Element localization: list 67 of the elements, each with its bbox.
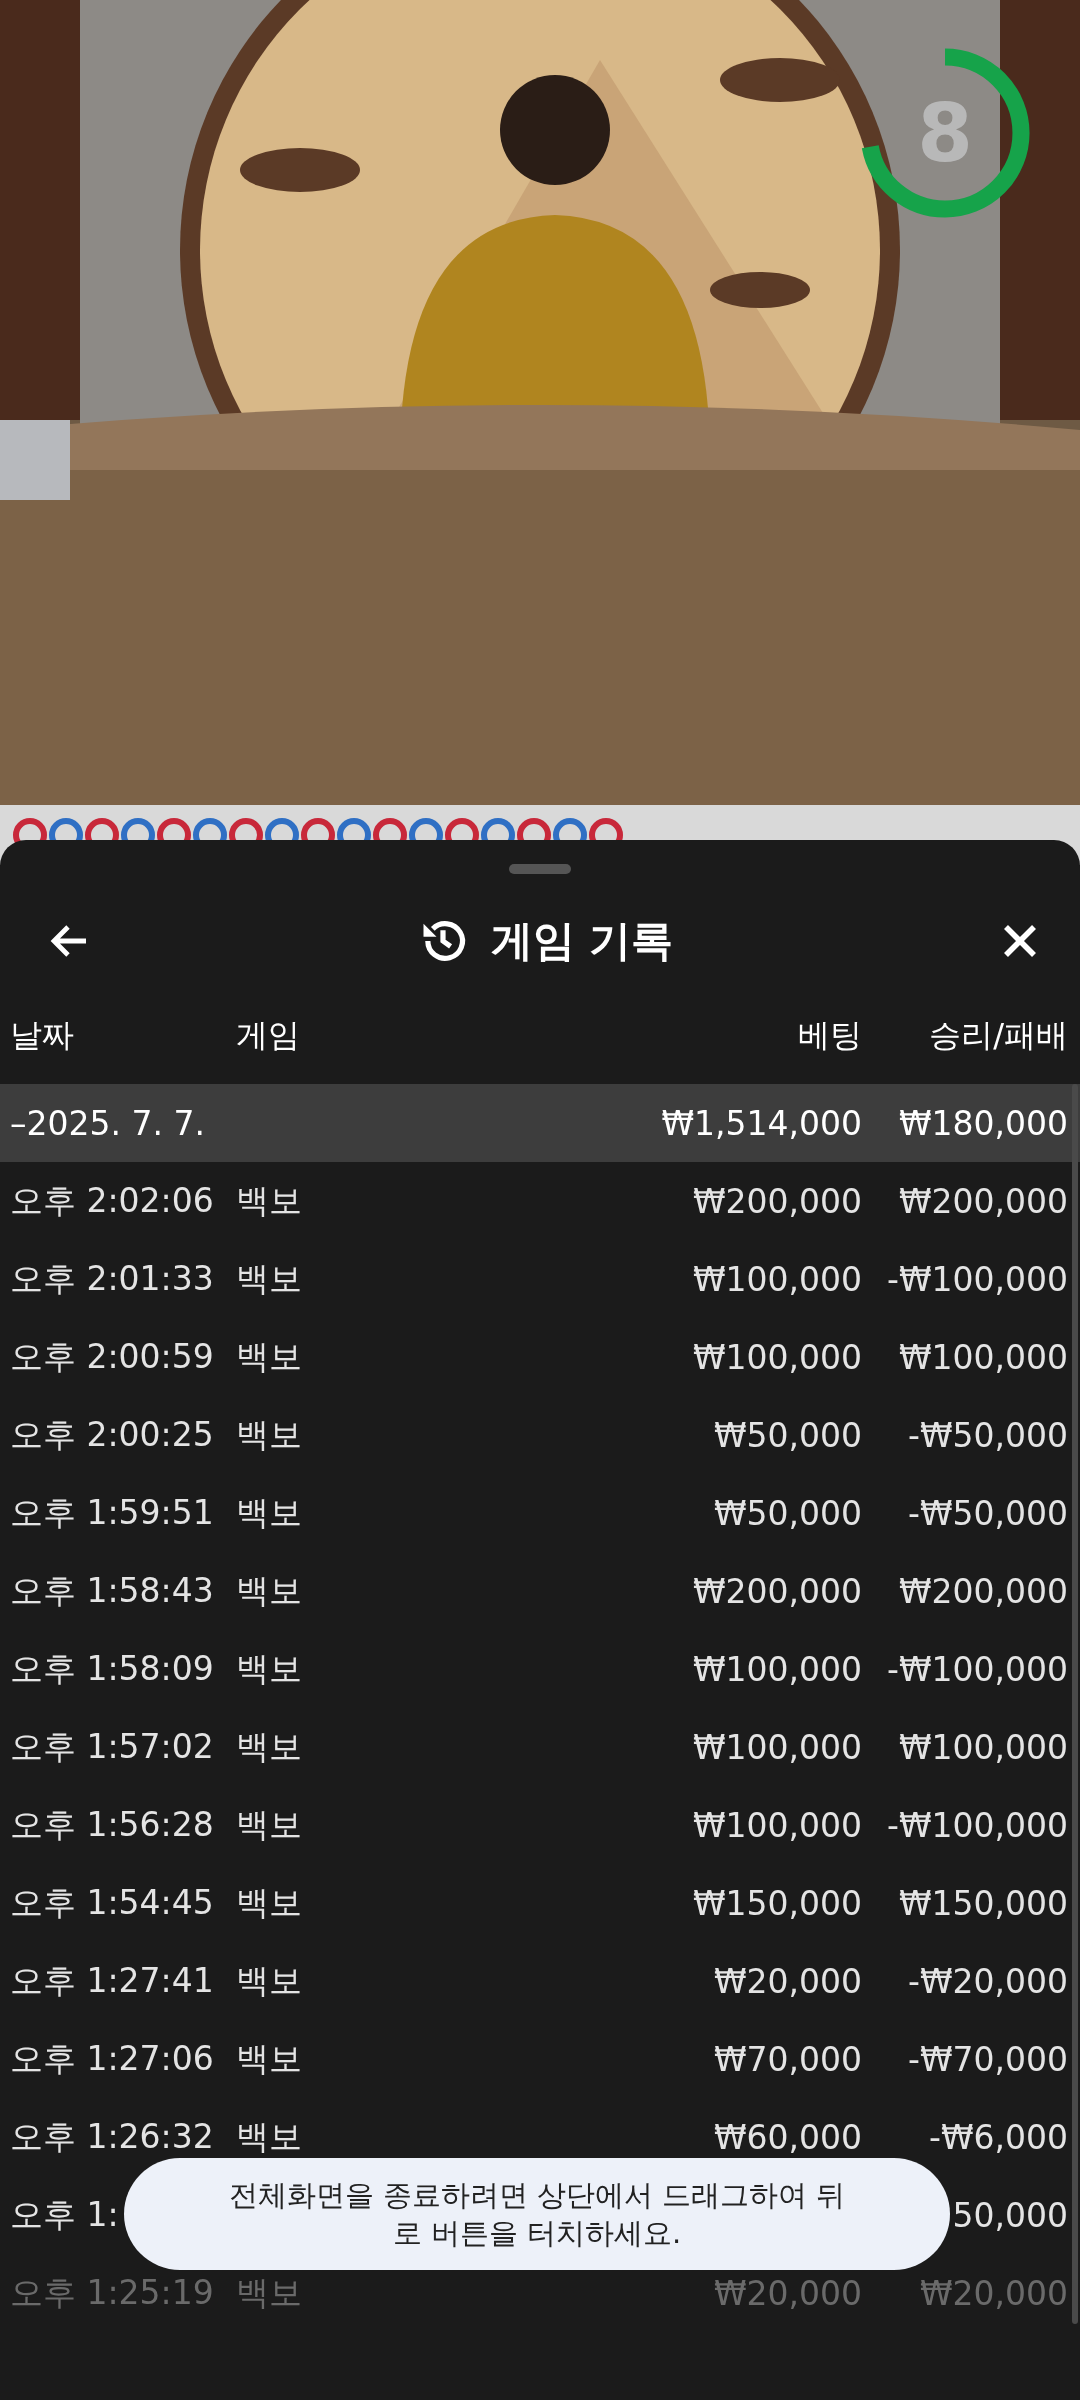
time-cell-text: 오후 1:25:19 (9, 2271, 215, 2314)
time-cell-text: 오후 2:00:59 (9, 1335, 215, 1378)
bet-cell: ₩100,000 (692, 1649, 862, 1689)
bet-cell: ₩100,000 (692, 1805, 862, 1845)
bet-cell: ₩60,000 (713, 2117, 862, 2157)
result-cell-text: -₩100,000 (886, 1259, 1069, 1299)
time-cell-text: 오후 2:02:06 (9, 1179, 215, 1222)
result-cell-text: -₩50,000 (907, 1415, 1069, 1455)
time-cell-text: 오후 1:54:45 (9, 1881, 215, 1924)
bet-cell: ₩100,000 (692, 1337, 862, 1377)
bet-cell: ₩50,000 (713, 1415, 862, 1455)
time-cell-text: 오후 1:27:41 (9, 1959, 215, 2002)
bet-cell: ₩150,000 (692, 1883, 862, 1923)
result-cell-text: -₩100,000 (886, 1805, 1069, 1845)
column-header: 베팅 (798, 1015, 862, 1056)
result-cell-text: -₩70,000 (907, 2039, 1069, 2079)
result-cell-text: -₩6,000 (928, 2117, 1069, 2157)
bet-cell: ₩100,000 (692, 1259, 862, 1299)
game-cell-text: 백보 (236, 2115, 303, 2158)
time-cell-text: 오후 1:26:32 (9, 2115, 215, 2158)
column-header: 승리/패배 (928, 1015, 1069, 1056)
result-cell-text: 50,000 (951, 2195, 1069, 2235)
game-cell-text: 백보 (236, 2271, 303, 2314)
time-cell-text: 오후 1:59:51 (9, 1491, 215, 1534)
game-cell-text: 백보 (236, 1647, 303, 1690)
column-header: 날짜 (9, 1015, 75, 1056)
result-cell-text: -₩20,000 (907, 1961, 1069, 2001)
game-cell-text: 백보 (236, 1725, 303, 1768)
date-group-row[interactable]: –2025. 7. 7. ₩1,514,000 ₩180,000 (0, 1084, 1080, 1162)
sheet-title: 게임 기록 (490, 915, 674, 967)
time-cell-text: 오후 2:00:25 (9, 1413, 215, 1456)
game-cell-text: 백보 (236, 1491, 303, 1534)
result-cell-text: ₩150,000 (897, 1883, 1069, 1923)
time-cell-text: 오후 1:57:02 (9, 1725, 215, 1768)
game-cell-text: 백보 (236, 1803, 303, 1846)
game-cell-text: 백보 (236, 1959, 303, 2002)
game-cell-text: 백보 (236, 1257, 303, 1300)
game-cell-text: 백보 (236, 1335, 303, 1378)
bet-cell: ₩70,000 (713, 2039, 862, 2079)
time-cell-text: 오후 1:56:28 (9, 1803, 215, 1846)
bet-cell: ₩20,000 (713, 1961, 862, 2001)
time-cell-text: 오후 2:01:33 (9, 1257, 215, 1300)
bet-cell: ₩50,000 (713, 1493, 862, 1533)
result-cell-text: ₩100,000 (897, 1727, 1069, 1767)
game-cell-text: 백보 (236, 2037, 303, 2080)
result-cell-text: -₩50,000 (907, 1493, 1069, 1533)
game-cell-text: 백보 (236, 1179, 303, 1222)
bet-cell: ₩200,000 (692, 1571, 862, 1611)
time-cell-text: 오후 1:58:09 (9, 1647, 215, 1690)
bet-cell: ₩100,000 (692, 1727, 862, 1767)
result-cell-text: ₩200,000 (897, 1181, 1069, 1221)
drag-handle[interactable] (509, 864, 571, 874)
bet-cell: ₩200,000 (692, 1181, 862, 1221)
bet-cell: ₩20,000 (713, 2273, 862, 2313)
result-cell-text: -₩100,000 (886, 1649, 1069, 1689)
column-header: 게임 (236, 1015, 301, 1056)
toast-message: 전체화면을 종료하려면 상단에서 드래그하여 뒤로 버튼을 터치하세요. (124, 2158, 950, 2270)
game-cell-text: 백보 (236, 1881, 303, 1924)
result-cell-text: ₩200,000 (897, 1571, 1069, 1611)
result-cell-text: ₩20,000 (918, 2273, 1069, 2313)
game-cell-text: 백보 (236, 1413, 303, 1456)
time-cell-text: 오후 1:58:43 (9, 1569, 215, 1612)
game-cell-text: 백보 (236, 1569, 303, 1612)
time-cell-text: 오후 1:27:06 (9, 2037, 215, 2080)
time-cell-text: 오후 1: (9, 2193, 120, 2236)
scrollbar[interactable] (1072, 1084, 1078, 2324)
result-cell-text: ₩100,000 (897, 1337, 1069, 1377)
